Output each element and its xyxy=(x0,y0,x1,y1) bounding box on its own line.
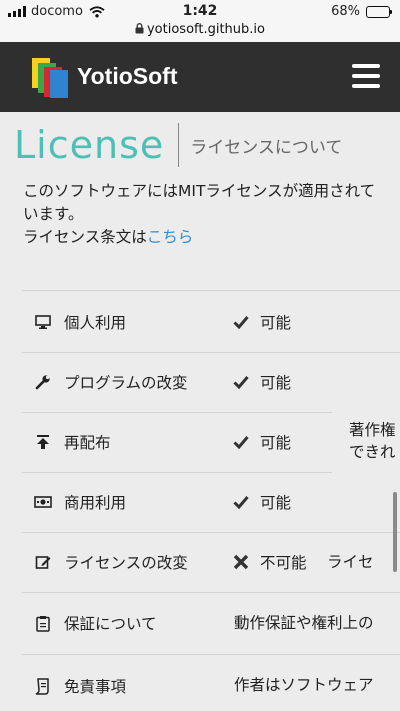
table-row: 個人利用 可能 xyxy=(22,292,291,352)
row-label: 保証について xyxy=(64,615,157,633)
table-row: 再配布 可能 xyxy=(22,412,291,472)
check-icon xyxy=(232,433,250,451)
license-text-line: ライセンス条文はこちら xyxy=(23,226,385,249)
table-row: 商用利用 可能 xyxy=(22,472,291,532)
clipboard-icon xyxy=(36,615,50,632)
document-icon xyxy=(35,677,49,695)
monitor-icon xyxy=(35,315,51,329)
check-icon xyxy=(232,373,250,391)
license-link[interactable]: こちら xyxy=(147,228,194,246)
cross-icon xyxy=(232,553,250,571)
permission-value: 可能 xyxy=(260,374,292,392)
url-text: yotiosoft.github.io xyxy=(146,22,265,37)
check-icon xyxy=(232,313,250,331)
table-divider xyxy=(22,654,400,655)
row-label: ライセンスの改変 xyxy=(64,554,188,572)
battery-info: 68% xyxy=(331,4,392,19)
table-row: 免責事項 xyxy=(22,656,232,711)
table-divider xyxy=(22,290,400,291)
row-label: 再配布 xyxy=(64,434,111,452)
battery-percent: 68% xyxy=(331,4,360,19)
row-label: 個人利用 xyxy=(64,314,127,332)
permission-value: 不可能 xyxy=(260,554,307,572)
battery-icon xyxy=(366,5,392,18)
page-title-en: License xyxy=(14,123,165,167)
upload-icon xyxy=(37,435,49,449)
scrollbar[interactable] xyxy=(393,492,397,572)
edit-icon xyxy=(35,556,51,569)
license-text-prefix: ライセンス条文は xyxy=(23,228,147,246)
row-label: プログラムの改変 xyxy=(64,374,188,392)
permission-value: 可能 xyxy=(260,494,292,512)
table-row: ライセンスの改変 不可能 xyxy=(22,532,307,592)
lock-icon xyxy=(135,23,144,34)
row-label: 免責事項 xyxy=(64,678,127,696)
table-row: 保証について xyxy=(22,593,232,653)
logo-icon[interactable] xyxy=(30,58,70,98)
row-note: 作者はソフトウェア xyxy=(234,676,374,694)
permission-value: 可能 xyxy=(260,434,292,452)
check-icon xyxy=(232,493,250,511)
status-bar: docomo 1:42 yotiosoft.github.io 68% xyxy=(0,0,400,42)
row-note: 動作保証や権利上の xyxy=(234,614,374,632)
row-note: ライセ xyxy=(327,553,374,571)
title-divider xyxy=(178,123,180,167)
wrench-icon xyxy=(35,375,50,390)
description-text: このソフトウェアにはMITライセンスが適用されています。 xyxy=(23,182,376,223)
address-bar[interactable]: yotiosoft.github.io xyxy=(0,22,400,37)
menu-icon[interactable] xyxy=(352,64,380,88)
page-title-ja: ライセンスについて xyxy=(190,137,343,158)
money-icon xyxy=(34,496,52,508)
permission-value: 可能 xyxy=(260,314,292,332)
row-label: 商用利用 xyxy=(64,494,127,512)
page-title: License ライセンスについて xyxy=(14,122,342,168)
table-row: プログラムの改変 可能 xyxy=(22,352,291,412)
site-header: YotioSoft xyxy=(0,42,400,112)
brand-name[interactable]: YotioSoft xyxy=(77,63,178,90)
license-description: このソフトウェアにはMITライセンスが適用されています。 ライセンス条文はこちら xyxy=(23,180,385,249)
merged-note: 著作権 できれ xyxy=(349,421,396,461)
